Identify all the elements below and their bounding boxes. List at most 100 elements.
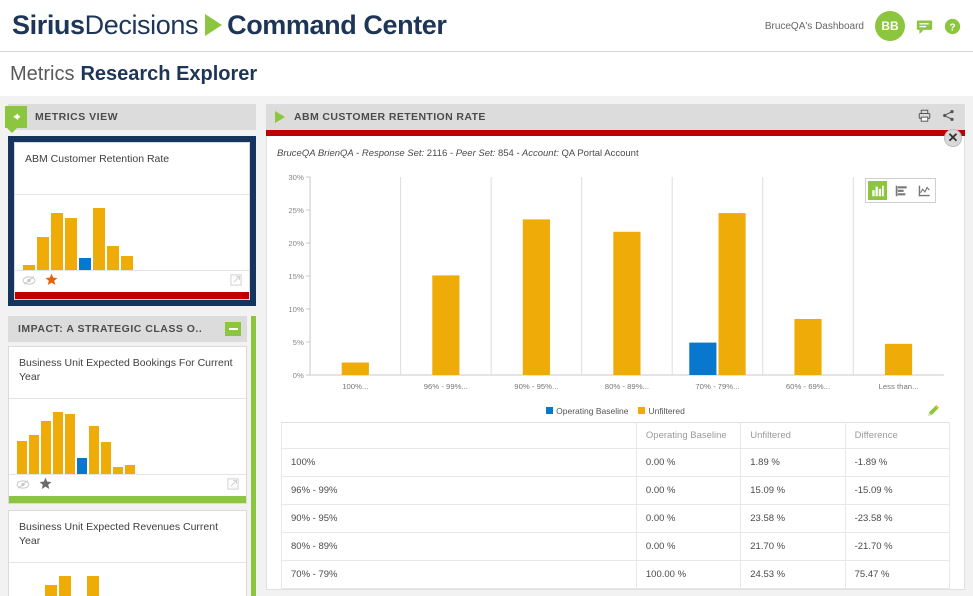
- legend-item-operating-baseline[interactable]: Operating Baseline: [546, 406, 628, 416]
- table-cell-difference: -15.09 %: [844, 476, 951, 505]
- pencil-icon[interactable]: [927, 404, 940, 422]
- table-cell-unfiltered: 21.70 %: [740, 532, 846, 561]
- main-panel: ABM CUSTOMER RETENTION RATE ✕ BruceQA Br…: [266, 104, 965, 590]
- table-col-label: [281, 422, 637, 449]
- y-axis-tick-label: 5%: [293, 338, 304, 347]
- sparkline-bar: [51, 213, 63, 270]
- meta-user: BruceQA BrienQA -: [277, 148, 362, 159]
- x-axis-tick-label: Less than...: [879, 382, 919, 391]
- report-meta: BruceQA BrienQA - Response Set: 2116 - P…: [267, 136, 964, 159]
- metric-card-revenues[interactable]: Business Unit Expected Revenues Current …: [8, 510, 247, 596]
- main-panel-title: ABM CUSTOMER RETENTION RATE: [294, 111, 486, 123]
- star-filled-icon[interactable]: [39, 477, 52, 495]
- metric-card-footer: [15, 270, 249, 292]
- page-title-prefix: Metrics: [10, 62, 75, 85]
- sparkline-bar: [65, 218, 77, 270]
- meta-sep-2: -: [513, 148, 522, 159]
- chart-bar-unfiltered[interactable]: [341, 362, 369, 375]
- eye-slash-icon[interactable]: [16, 477, 30, 495]
- table-header-row: Operating Baseline Unfiltered Difference: [281, 422, 951, 449]
- sparkline-bar: [87, 576, 99, 596]
- selected-metric-wrapper[interactable]: ABM Customer Retention Rate: [8, 136, 256, 306]
- sparkline-bar: [89, 426, 99, 474]
- legend-item-unfiltered[interactable]: Unfiltered: [638, 406, 685, 416]
- sparkline-bar: [41, 421, 51, 474]
- avatar[interactable]: BB: [875, 11, 905, 41]
- impact-group-rail: [251, 316, 256, 596]
- table-cell-unfiltered: 23.58 %: [740, 504, 846, 533]
- external-link-icon[interactable]: [230, 273, 242, 291]
- chart-legend: Operating Baseline Unfiltered: [267, 406, 964, 416]
- chart-bar-unfiltered[interactable]: [884, 343, 913, 375]
- meta-account-label: Account:: [521, 148, 559, 159]
- meta-peer-set-value: 854: [497, 148, 514, 159]
- x-axis-tick-label: 100%...: [342, 382, 368, 391]
- metric-card-accent: [15, 292, 249, 299]
- dashboard-label[interactable]: BruceQA's Dashboard: [765, 21, 864, 32]
- close-icon[interactable]: ✕: [944, 129, 962, 147]
- minus-icon[interactable]: [225, 322, 241, 336]
- sparkline-bar-highlight: [79, 258, 91, 270]
- x-axis-tick-label: 60% - 69%...: [786, 382, 830, 391]
- star-filled-icon[interactable]: [45, 273, 58, 291]
- chart-bar-unfiltered[interactable]: [613, 231, 641, 375]
- metrics-view-title: METRICS VIEW: [35, 111, 119, 123]
- metric-card-abm-customer-retention-rate[interactable]: ABM Customer Retention Rate: [14, 142, 250, 300]
- table-row[interactable]: 100% 0.00 % 1.89 % -1.89 %: [281, 448, 951, 477]
- meta-peer-set-label: Peer Set:: [455, 148, 496, 159]
- meta-response-set-label: Response Set:: [361, 148, 425, 159]
- table-cell-operating-baseline: 0.00 %: [635, 476, 742, 505]
- logo-sirius-text: Sirius: [12, 10, 85, 40]
- sparkline-bar: [23, 265, 35, 270]
- sparkline-bar: [107, 246, 119, 270]
- meta-account-value: QA Portal Account: [561, 148, 639, 159]
- external-link-icon[interactable]: [227, 477, 239, 495]
- logo-command-center-text: Command Center: [227, 10, 447, 40]
- eye-slash-icon[interactable]: [22, 273, 36, 291]
- sparkline-bar: [113, 467, 123, 474]
- sparkline-bar: [37, 237, 49, 270]
- chart-bar-unfiltered[interactable]: [794, 318, 822, 375]
- share-icon[interactable]: [942, 109, 955, 125]
- sparkline-bar: [121, 256, 133, 270]
- metric-card-title: Business Unit Expected Bookings For Curr…: [9, 347, 246, 399]
- x-axis-tick-label: 80% - 89%...: [605, 382, 649, 391]
- legend-swatch: [638, 407, 646, 414]
- metric-card-footer: [9, 474, 246, 496]
- table-row[interactable]: 90% - 95% 0.00 % 23.58 % -23.58 %: [281, 504, 951, 533]
- table-cell-difference: -1.89 %: [844, 448, 951, 477]
- table-row[interactable]: 96% - 99% 0.00 % 15.09 % -15.09 %: [281, 476, 951, 505]
- chart-bar-unfiltered[interactable]: [522, 219, 550, 375]
- meta-sep-1: -: [447, 148, 456, 159]
- workspace: METRICS VIEW ABM Customer Retention Rate: [0, 96, 973, 596]
- metrics-view-sidebar: METRICS VIEW ABM Customer Retention Rate: [5, 104, 256, 596]
- app-logo[interactable]: Sirius Decisions Command Center: [0, 10, 447, 41]
- table-row[interactable]: 80% - 89% 0.00 % 21.70 % -21.70 %: [281, 532, 951, 561]
- x-axis-tick-label: 70% - 79%...: [695, 382, 739, 391]
- back-arrow-icon[interactable]: [5, 106, 27, 133]
- table-cell-difference: -21.70 %: [844, 532, 951, 561]
- chart-canvas: 0% 5% 10% 15% 20% 25% 30% 100%... 96% - 99%... 90…: [288, 173, 944, 391]
- print-icon[interactable]: [918, 109, 931, 125]
- chart-bar-unfiltered[interactable]: [718, 213, 746, 375]
- sparkline-bar: [93, 208, 105, 270]
- y-axis-tick-label: 10%: [288, 305, 304, 314]
- table-cell-unfiltered: 1.89 %: [740, 448, 846, 477]
- main-panel-header: ABM CUSTOMER RETENTION RATE: [266, 104, 965, 130]
- y-axis-tick-label: 25%: [288, 206, 304, 215]
- metric-card-bookings[interactable]: Business Unit Expected Bookings For Curr…: [8, 346, 247, 504]
- table-col-operating-baseline: Operating Baseline: [635, 422, 742, 449]
- sparkline-bar: [17, 441, 27, 474]
- impact-group: IMPACT: A STRATEGIC CLASS O.. Business U…: [8, 316, 256, 596]
- retention-rate-table: Operating Baseline Unfiltered Difference…: [281, 422, 951, 589]
- sparkline-bar: [101, 442, 111, 474]
- table-cell-unfiltered: 15.09 %: [740, 476, 846, 505]
- chart-bar-unfiltered[interactable]: [432, 275, 460, 375]
- chat-icon[interactable]: [916, 18, 933, 35]
- legend-label: Unfiltered: [648, 406, 685, 416]
- impact-group-header[interactable]: IMPACT: A STRATEGIC CLASS O..: [8, 316, 247, 342]
- table-cell-label: 90% - 95%: [281, 504, 637, 533]
- help-icon[interactable]: ?: [944, 18, 961, 35]
- chart-bar-operating-baseline[interactable]: [689, 342, 717, 375]
- table-row[interactable]: 70% - 79% 100.00 % 24.53 % 75.47 %: [281, 560, 951, 589]
